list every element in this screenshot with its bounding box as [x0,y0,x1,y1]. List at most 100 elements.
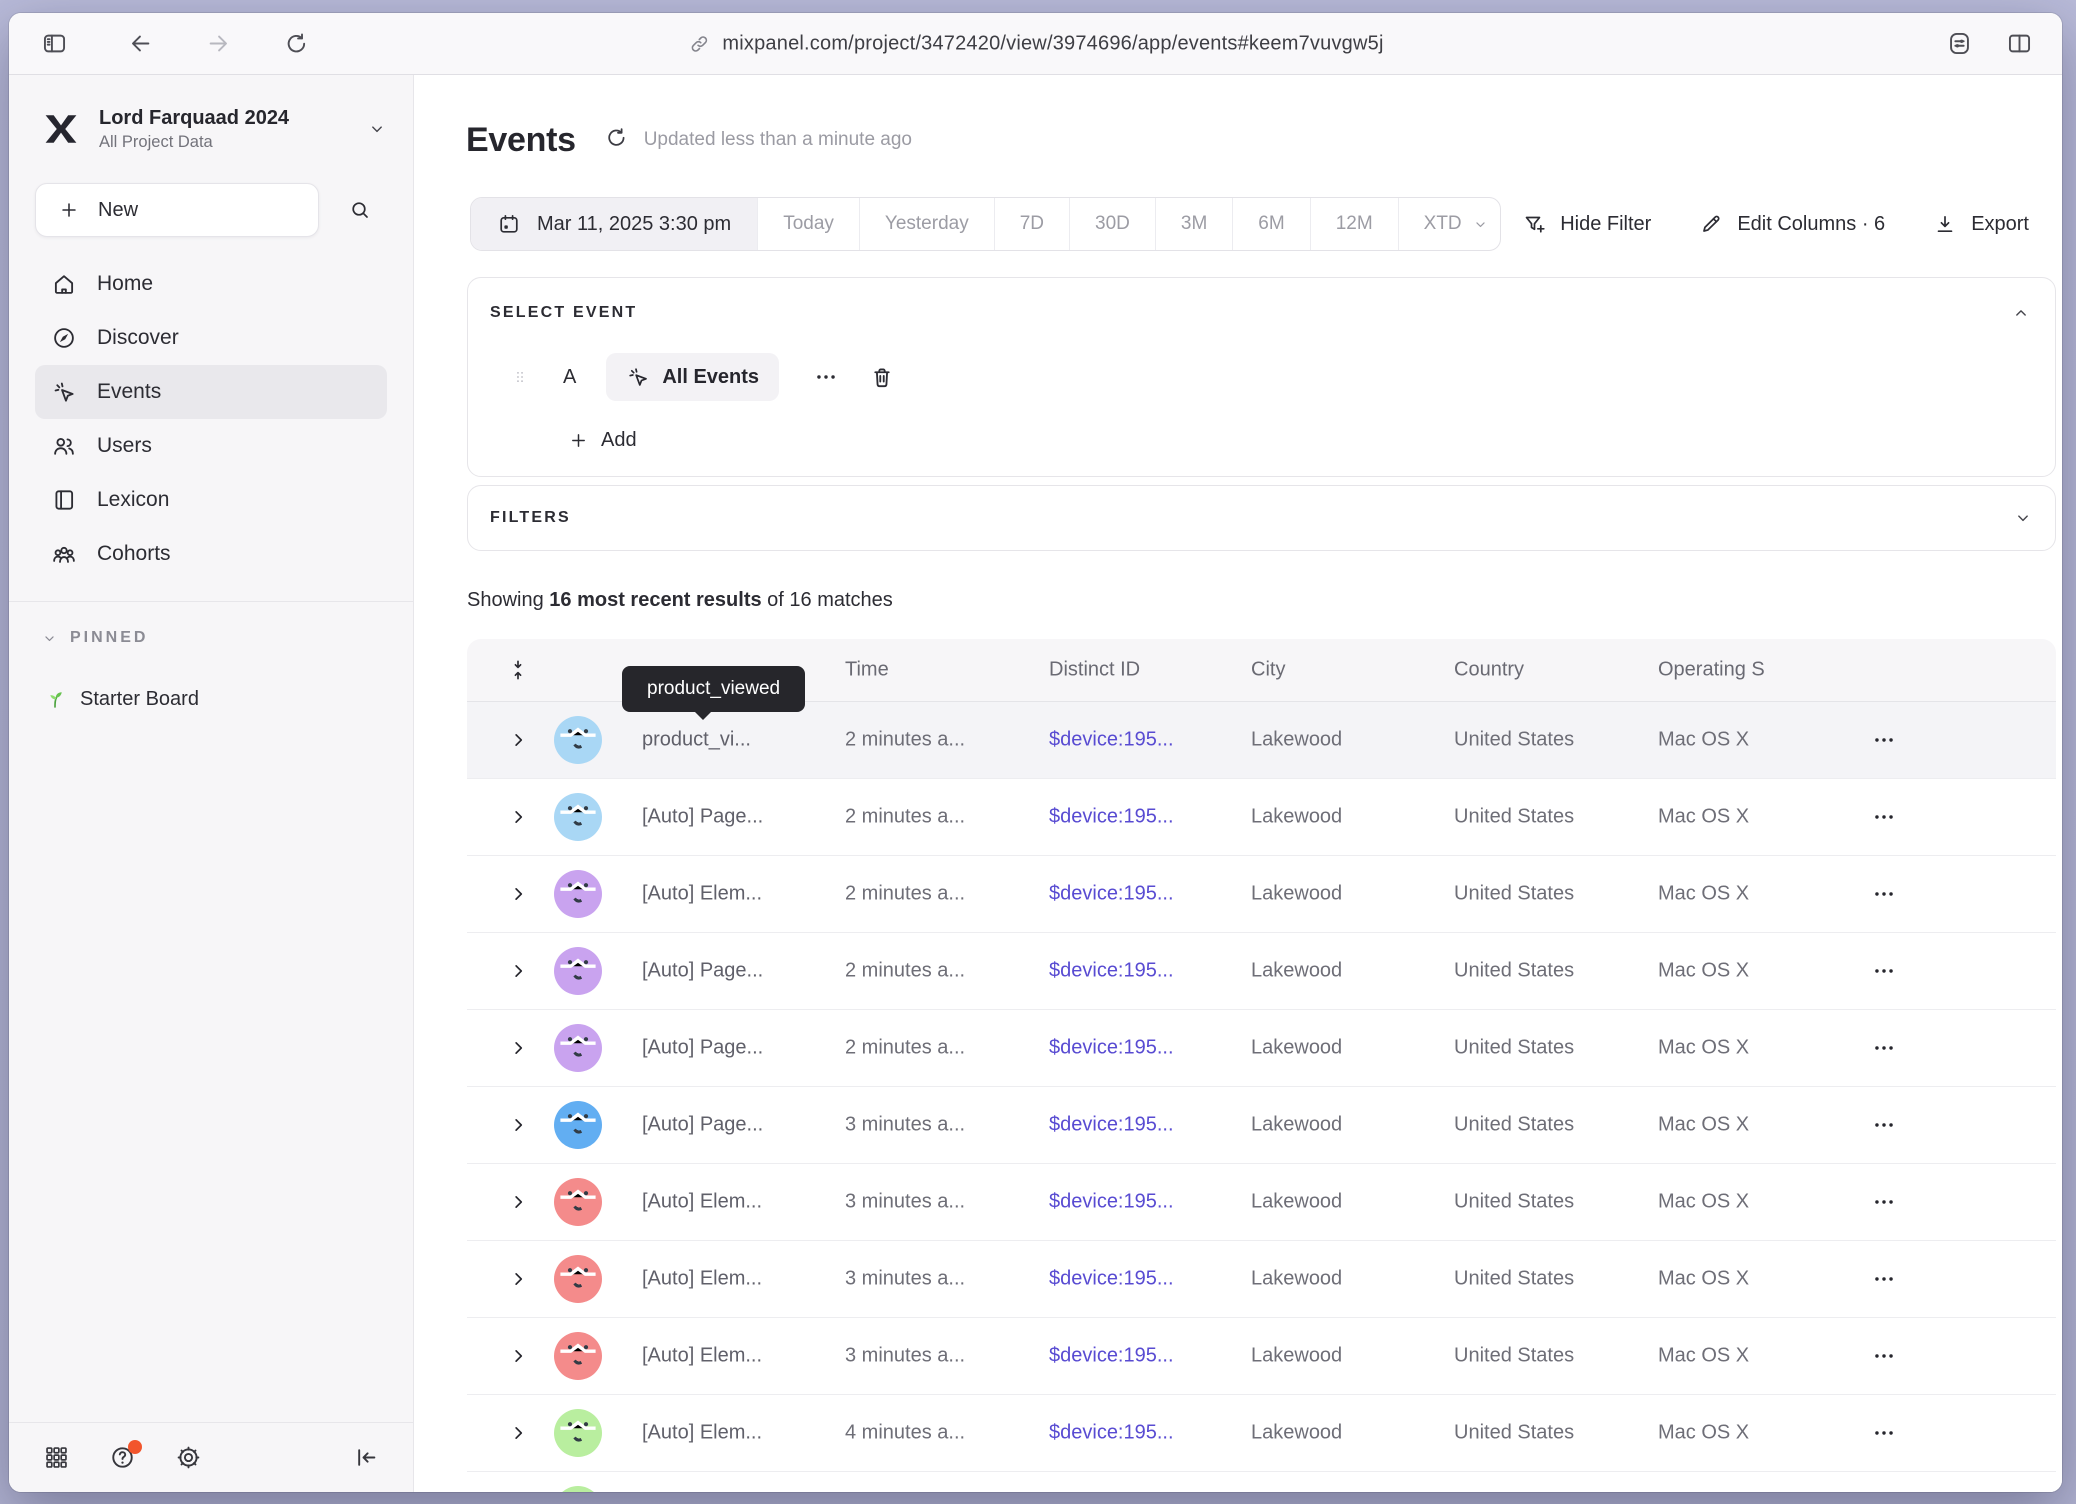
sidebar-item-label: Discover [97,326,179,350]
sidebar-item-cohorts[interactable]: Cohorts [35,527,387,581]
row-actions-button[interactable] [1862,1416,1906,1450]
distinct-id-link[interactable]: $device:195... [1049,729,1174,752]
pinned-section-toggle[interactable]: PINNED [41,626,387,650]
event-name: [Auto] Page... [642,960,763,983]
column-header-time[interactable]: Time [845,659,889,682]
range-12m[interactable]: 12M [1310,198,1398,250]
row-actions-button[interactable] [1862,1185,1906,1219]
row-expand-chevron[interactable] [509,1039,528,1058]
column-header-country[interactable]: Country [1454,659,1524,682]
page-settings-icon[interactable] [1942,27,1976,61]
chevron-up-icon[interactable] [2011,303,2031,323]
row-actions-button[interactable] [1862,723,1906,757]
new-button[interactable]: New [35,183,319,237]
range-3m[interactable]: 3M [1155,198,1232,250]
event-country: United States [1454,1422,1574,1445]
browser-sidebar-toggle-icon[interactable] [37,27,71,61]
row-expand-chevron[interactable] [509,1270,528,1289]
row-actions-button[interactable] [1862,877,1906,911]
date-picker-button[interactable]: Mar 11, 2025 3:30 pm [471,198,757,250]
sidebar-item-users[interactable]: Users [35,419,387,473]
reload-icon[interactable] [279,27,313,61]
help-button[interactable] [107,1443,137,1473]
forward-icon[interactable] [201,27,235,61]
distinct-id-link[interactable]: $device:195... [1049,883,1174,906]
drag-handle-icon[interactable] [511,365,529,389]
settings-button[interactable] [173,1443,203,1473]
table-row[interactable]: [Auto] Elem... 3 minutes a... $device:19… [467,1164,2056,1241]
row-actions-button[interactable] [1862,954,1906,988]
distinct-id-link[interactable]: $device:195... [1049,1037,1174,1060]
distinct-id-link[interactable]: $device:195... [1049,1191,1174,1214]
table-row[interactable]: [Auto] Page... 2 minutes a... $device:19… [467,779,2056,856]
range-30d[interactable]: 30D [1069,198,1155,250]
event-name: [Auto] Elem... [642,1191,762,1214]
table-row[interactable]: [Auto] Page... 3 minutes a... $device:19… [467,1087,2056,1164]
hide-filter-button[interactable]: Hide Filter [1501,197,1672,251]
distinct-id-link[interactable]: $device:195... [1049,960,1174,983]
row-actions-button[interactable] [1862,1262,1906,1296]
distinct-id-link[interactable]: $device:195... [1049,1345,1174,1368]
row-actions-button[interactable] [1862,1108,1906,1142]
export-button[interactable]: Export [1912,197,2050,251]
table-row[interactable]: [Auto] Page... 2 minutes a... $device:19… [467,933,2056,1010]
apps-grid-button[interactable] [41,1443,71,1473]
project-switcher[interactable]: Lord Farquaad 2024 All Project Data [39,105,387,153]
sidebar-item-discover[interactable]: Discover [35,311,387,365]
row-expand-chevron[interactable] [509,1116,528,1135]
row-expand-chevron[interactable] [509,885,528,904]
row-actions-button[interactable] [1862,800,1906,834]
row-expand-chevron[interactable] [509,1347,528,1366]
row-expand-chevron[interactable] [509,962,528,981]
table-row[interactable]: [Auto] Elem... 3 minutes a... $device:19… [467,1318,2056,1395]
address-bar[interactable]: mixpanel.com/project/3472420/view/397469… [687,32,1383,55]
event-selector-chip[interactable]: All Events [606,353,779,401]
row-expand-chevron[interactable] [509,731,528,750]
row-actions-button[interactable] [1862,1031,1906,1065]
row-expand-chevron[interactable] [509,808,528,827]
column-header-city[interactable]: City [1251,659,1285,682]
row-actions-button[interactable] [1862,1339,1906,1373]
distinct-id-link[interactable]: $device:195... [1049,1114,1174,1137]
sidebar-item-home[interactable]: Home [35,257,387,311]
chevron-down-icon [41,630,58,647]
chevron-down-icon[interactable] [2013,508,2033,528]
distinct-id-link[interactable]: $device:195... [1049,1268,1174,1291]
select-event-title: SELECT EVENT [490,304,637,322]
range-yesterday[interactable]: Yesterday [859,198,994,250]
sidebar-item-lexicon[interactable]: Lexicon [35,473,387,527]
row-expand-chevron[interactable] [509,1424,528,1443]
distinct-id-link[interactable]: $device:195... [1049,806,1174,829]
edit-columns-button[interactable]: Edit Columns · 6 [1678,197,1906,251]
table-row[interactable]: [Auto] Elem... 4 minutes a... $device:19… [467,1395,2056,1472]
event-row-more-button[interactable] [813,364,839,390]
event-name: [Auto] Elem... [642,1345,762,1368]
table-row[interactable]: [Auto] Page... 2 minutes a... $device:19… [467,1010,2056,1087]
refresh-button[interactable] [604,125,634,155]
table-row[interactable]: [Auto] Elem... 2 minutes a... $device:19… [467,856,2056,933]
table-row[interactable]: [Auto] Elem... 3 minutes a... $device:19… [467,1241,2056,1318]
back-icon[interactable] [123,27,157,61]
event-name: [Auto] Page... [642,806,763,829]
collapse-rows-icon[interactable] [506,658,530,682]
range-today[interactable]: Today [757,198,859,250]
range-xtd[interactable]: XTD [1398,198,1502,250]
search-button[interactable] [333,183,387,237]
event-os: Mac OS X [1658,1422,1749,1445]
distinct-id-link[interactable]: $device:195... [1049,1422,1174,1445]
split-view-icon[interactable] [2002,27,2036,61]
add-event-button[interactable]: Add [568,420,637,460]
range-7d[interactable]: 7D [994,198,1069,250]
browser-toolbar: mixpanel.com/project/3472420/view/397469… [9,13,2062,75]
notification-dot [128,1440,142,1454]
range-6m[interactable]: 6M [1232,198,1309,250]
table-row-partial[interactable] [467,1472,2056,1492]
collapse-sidebar-button[interactable] [351,1443,381,1473]
export-label: Export [1971,213,2029,236]
delete-event-button[interactable] [869,364,895,390]
sidebar-item-events[interactable]: Events [35,365,387,419]
column-header-distinct-id[interactable]: Distinct ID [1049,659,1140,682]
row-expand-chevron[interactable] [509,1193,528,1212]
sidebar-item-starter-board[interactable]: Starter Board [43,684,387,714]
column-header-os[interactable]: Operating S [1658,659,1765,682]
